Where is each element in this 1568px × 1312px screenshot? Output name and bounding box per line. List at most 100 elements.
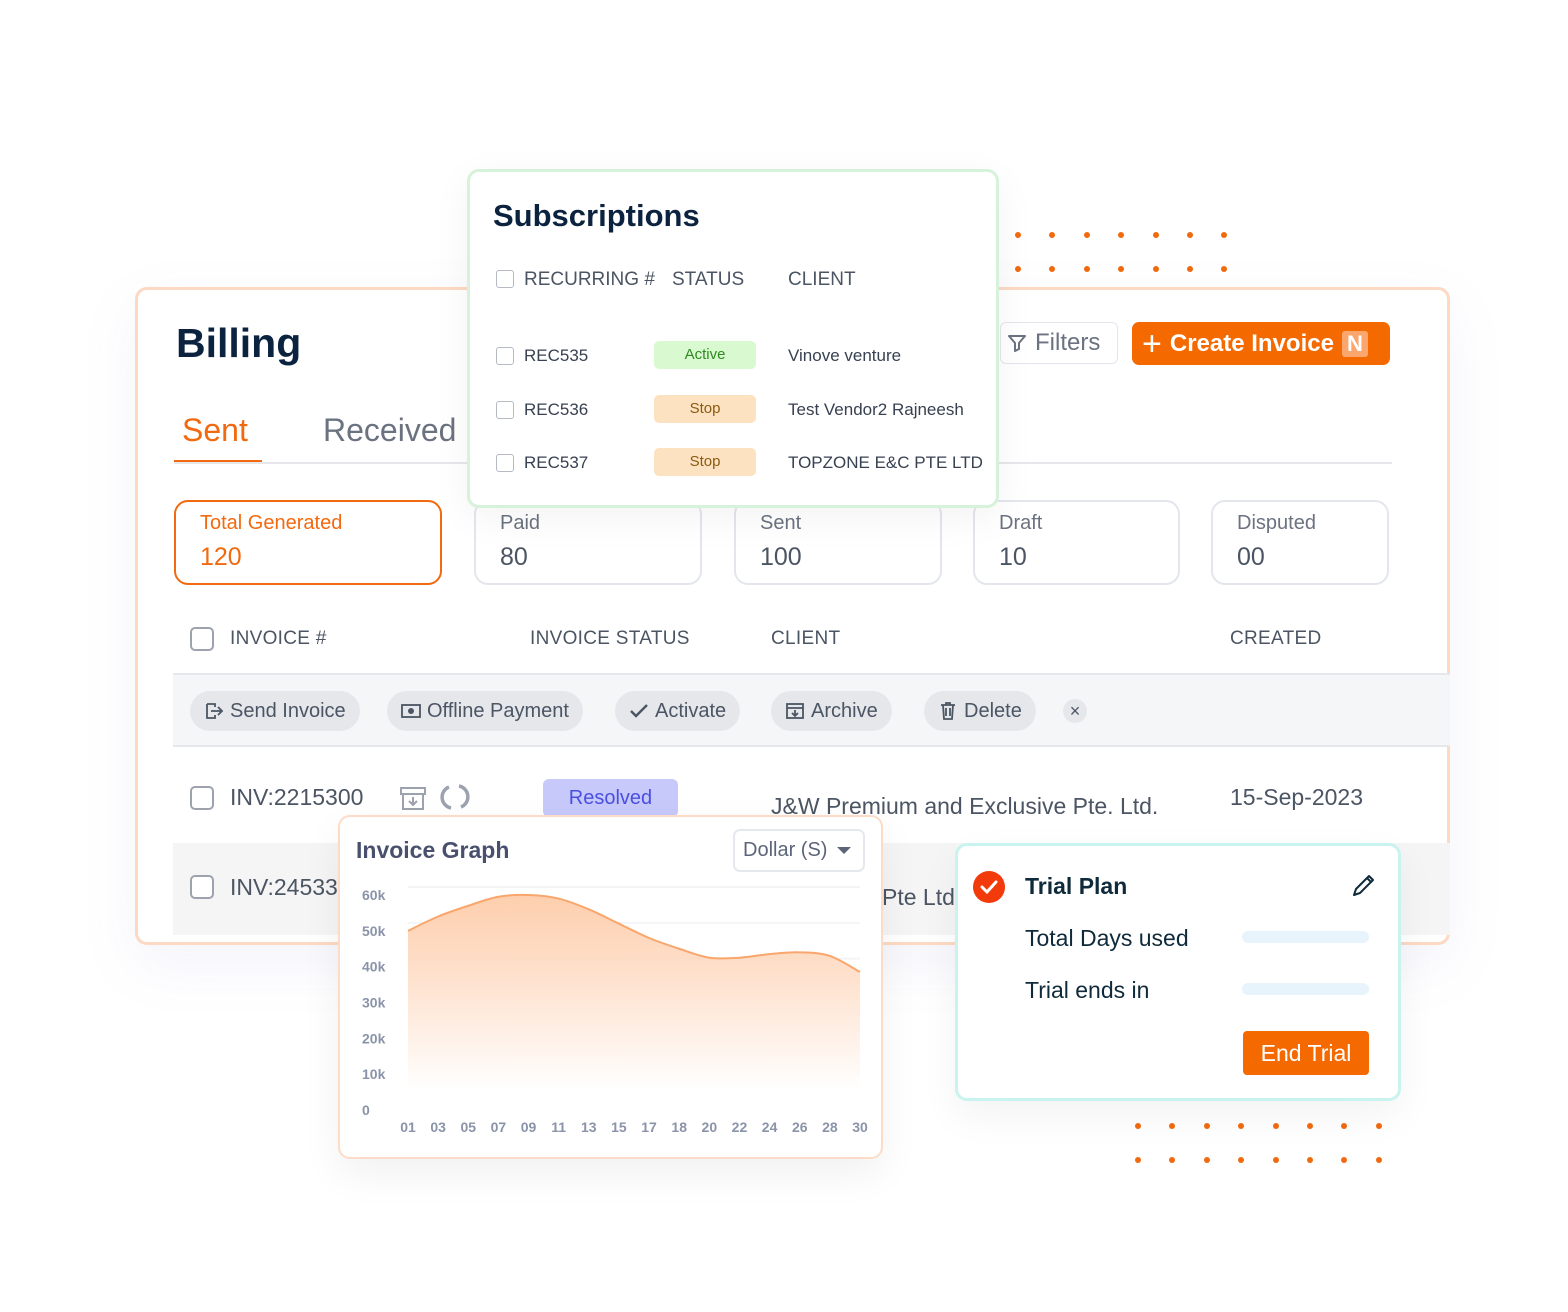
x-tick-label: 20	[702, 1119, 718, 1135]
decorative-dot	[1015, 266, 1021, 272]
status-badge: Stop	[654, 394, 756, 423]
refresh-icon[interactable]	[440, 782, 470, 812]
client-name: Test Vendor2 Rajneesh	[788, 399, 964, 419]
y-tick-label: 40k	[362, 959, 386, 975]
col-status: STATUS	[672, 269, 745, 290]
row-checkbox[interactable]	[496, 454, 514, 472]
x-tick-label: 28	[822, 1119, 838, 1135]
send-invoice-button[interactable]: Send Invoice	[190, 691, 360, 731]
stat-label: Paid	[500, 512, 541, 534]
col-invoice: INVOICE #	[230, 628, 327, 649]
decorative-dot	[1049, 266, 1056, 272]
select-all-checkbox[interactable]	[496, 270, 514, 288]
client-name: Pte Ltd	[882, 884, 955, 910]
x-tick-label: 01	[400, 1119, 416, 1135]
decorative-dot	[1341, 1123, 1348, 1129]
invoice-area-chart: 0 10k 20k 30k 40k 50k 60k 01 03 05 07 09 11 13 15 17 18 2…	[362, 886, 868, 1135]
decorative-dot	[1238, 1157, 1245, 1163]
bulk-actions-bar: Send Invoice Offline Payment Activate Archi…	[173, 673, 1450, 747]
x-tick-label: 30	[852, 1119, 868, 1135]
x-tick-label: 22	[732, 1119, 748, 1135]
decorative-dot	[1272, 1123, 1279, 1129]
col-invoice-status: INVOICE STATUS	[530, 628, 690, 649]
tab-sent[interactable]: Sent	[182, 412, 248, 449]
days-used-bar	[1242, 931, 1369, 943]
x-tick-label: 03	[430, 1119, 446, 1135]
x-tick-label: 24	[762, 1119, 778, 1135]
stat-value: 120	[200, 543, 242, 571]
stat-card[interactable]: Sent 100	[734, 500, 942, 585]
decorative-dot	[1015, 232, 1021, 238]
y-tick-label: 10k	[362, 1066, 386, 1082]
trial-plan-card: Trial Plan Total Days used Trial ends in…	[955, 843, 1401, 1101]
trash-icon	[941, 702, 955, 720]
tab-received[interactable]: Received	[323, 412, 456, 449]
check-circle-icon	[973, 871, 1005, 903]
archive-button[interactable]: Archive	[771, 691, 892, 731]
decorative-dot	[1341, 1157, 1348, 1163]
decorative-dot	[1375, 1157, 1382, 1163]
days-used-label: Total Days used	[1025, 925, 1189, 951]
end-trial-button[interactable]: End Trial	[1243, 1031, 1369, 1075]
offline-payment-button[interactable]: Offline Payment	[387, 691, 583, 731]
decorative-dot	[1238, 1123, 1245, 1129]
create-invoice-button[interactable]: + Create Invoice N	[1132, 322, 1390, 365]
stat-card[interactable]: Paid 80	[474, 500, 702, 585]
shortcut-badge: N	[1341, 330, 1368, 357]
decorative-dot	[1221, 266, 1228, 272]
decorative-dot	[1083, 266, 1090, 272]
client-name: Vinove venture	[788, 346, 902, 365]
stat-label: Total Generated	[200, 512, 343, 534]
x-tick-label: 07	[491, 1119, 507, 1135]
stat-card[interactable]: Disputed 00	[1211, 500, 1389, 585]
select-all-checkbox[interactable]	[190, 627, 214, 651]
decorative-dot	[1152, 232, 1159, 238]
row-checkbox[interactable]	[190, 786, 214, 810]
x-tick-label: 11	[551, 1119, 566, 1135]
x-tick-label: 13	[581, 1119, 597, 1135]
delete-button[interactable]: Delete	[924, 691, 1036, 731]
created-date: 15-Sep-2023	[1230, 784, 1363, 810]
x-tick-label: 17	[641, 1119, 657, 1135]
col-recurring: RECURRING #	[524, 269, 655, 290]
row-checkbox[interactable]	[496, 400, 514, 419]
x-tick-label: 18	[671, 1119, 687, 1135]
stat-label: Draft	[999, 512, 1043, 534]
subscriptions-card: Subscriptions RECURRING # STATUS CLIENT …	[467, 169, 999, 508]
stat-value: 00	[1237, 543, 1265, 571]
archive-icon	[786, 703, 804, 719]
stat-card[interactable]: Total Generated 120	[174, 500, 442, 585]
decorative-dot	[1135, 1123, 1141, 1129]
y-tick-label: 0	[362, 1102, 370, 1118]
activate-button[interactable]: Activate	[615, 691, 741, 731]
row-checkbox[interactable]	[496, 347, 514, 365]
row-checkbox[interactable]	[190, 875, 214, 899]
pencil-icon[interactable]	[1350, 873, 1376, 899]
page-title: Billing	[176, 320, 302, 366]
col-client: CLIENT	[788, 269, 856, 290]
archive-icon[interactable]	[399, 784, 427, 812]
x-tick-label: 09	[521, 1119, 537, 1135]
invoice-graph-card: Invoice Graph Dollar (S) 0 10k 20k 30k 40k 50…	[338, 815, 883, 1159]
plus-icon: +	[1142, 324, 1162, 363]
client-name: TOPZONE E&C PTE LTD	[788, 453, 983, 472]
decorative-dot	[1049, 232, 1056, 238]
check-icon	[630, 704, 648, 718]
decorative-dot	[1375, 1123, 1382, 1129]
area-fill	[408, 894, 860, 1090]
decorative-dot	[1152, 266, 1159, 272]
stat-value: 100	[760, 543, 802, 571]
x-tick-label: 15	[611, 1119, 627, 1135]
close-icon[interactable]: ×	[1063, 699, 1087, 723]
recurring-id: REC537	[524, 453, 589, 472]
invoice-number: INV:2215300	[230, 784, 364, 810]
status-badge: Resolved	[543, 779, 678, 817]
col-client: CLIENT	[771, 628, 841, 649]
filters-button[interactable]: Filters	[1000, 322, 1118, 364]
decorative-dot	[1083, 232, 1090, 238]
invoice-number: INV:24533	[230, 874, 338, 900]
trial-ends-label: Trial ends in	[1025, 977, 1150, 1003]
stat-label: Sent	[760, 512, 802, 534]
decorative-dot	[1169, 1157, 1176, 1163]
stat-card[interactable]: Draft 10	[973, 500, 1180, 585]
